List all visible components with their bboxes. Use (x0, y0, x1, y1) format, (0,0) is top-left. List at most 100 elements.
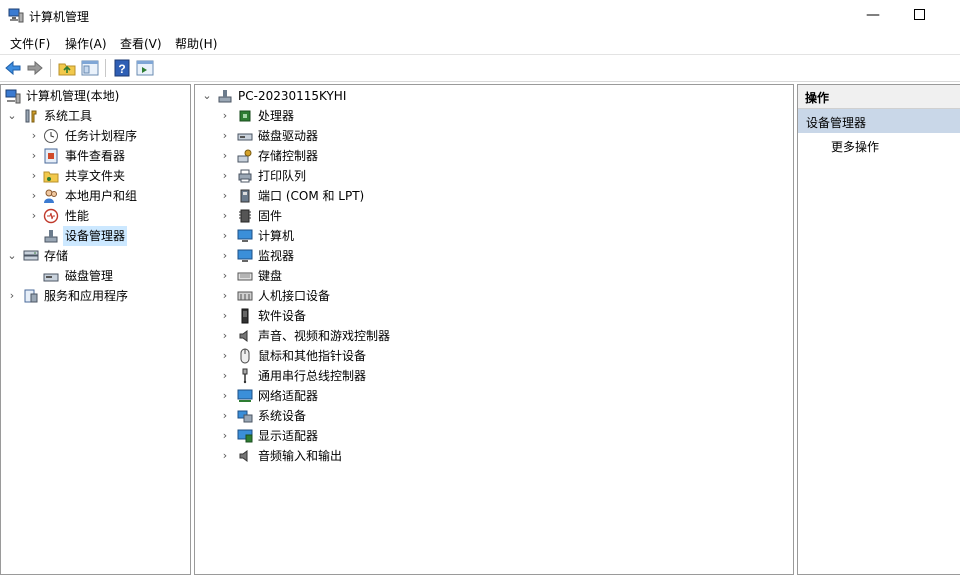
chevron-right-icon[interactable]: › (219, 306, 231, 326)
maximize-button[interactable] (896, 0, 942, 32)
device-category[interactable]: › 键盘 (195, 266, 793, 286)
show-hide-action-pane-icon[interactable] (135, 58, 155, 78)
device-category[interactable]: › 磁盘驱动器 (195, 126, 793, 146)
chevron-right-icon[interactable]: › (219, 266, 231, 286)
menu-view[interactable]: 查看(V) (120, 35, 162, 52)
users-icon (44, 189, 57, 203)
tree-item-disk-management[interactable]: 磁盘管理 (1, 266, 190, 286)
chevron-right-icon[interactable]: › (219, 366, 231, 386)
chevron-right-icon[interactable]: › (219, 386, 231, 406)
chevron-right-icon[interactable]: › (219, 106, 231, 126)
menu-action[interactable]: 操作(A) (65, 35, 107, 52)
back-arrow-icon[interactable] (3, 58, 23, 78)
chevron-right-icon[interactable]: › (28, 126, 40, 146)
usb-icon (242, 368, 248, 384)
navigation-tree-pane: 计算机管理(本地) ⌄ 系统工具 › 任务计划程序 › 事件查看器 › 共享文件… (0, 84, 191, 575)
device-category[interactable]: › 鼠标和其他指针设备 (195, 346, 793, 366)
device-category[interactable]: › 显示适配器 (195, 426, 793, 446)
chevron-right-icon[interactable]: › (219, 346, 231, 366)
tree-item-device-manager[interactable]: 设备管理器 (1, 226, 190, 246)
disk-drive-icon (237, 133, 253, 141)
chevron-right-icon[interactable]: › (219, 446, 231, 466)
tree-item-shared-folders[interactable]: › 共享文件夹 (1, 166, 190, 186)
chevron-right-icon[interactable]: › (219, 326, 231, 346)
chevron-down-icon[interactable]: ⌄ (6, 246, 18, 266)
speaker-icon (239, 330, 248, 342)
tree-item-local-users-groups[interactable]: › 本地用户和组 (1, 186, 190, 206)
device-category-label: 人机接口设备 (258, 289, 331, 303)
window-title: 计算机管理 (29, 10, 90, 24)
more-actions-link[interactable]: 更多操作 (831, 138, 879, 155)
device-tree-pane: ⌄ PC-20230115KYHI › 处理器 › 磁盘驱动器 › 存储控制器 › 打印队列 ›… (194, 84, 794, 575)
toolbar: ? (0, 55, 960, 82)
chevron-right-icon[interactable]: › (219, 226, 231, 246)
device-category[interactable]: › 固件 (195, 206, 793, 226)
chevron-right-icon[interactable]: › (219, 146, 231, 166)
device-category[interactable]: › 音频输入和输出 (195, 446, 793, 466)
up-folder-icon[interactable] (57, 58, 77, 78)
device-category-label: 处理器 (258, 109, 295, 123)
device-category[interactable]: › 计算机 (195, 226, 793, 246)
device-category-label: 端口 (COM 和 LPT) (258, 189, 365, 203)
device-category[interactable]: › 监视器 (195, 246, 793, 266)
tree-item-performance[interactable]: › 性能 (1, 206, 190, 226)
chevron-right-icon[interactable]: › (6, 286, 18, 306)
device-category[interactable]: › 人机接口设备 (195, 286, 793, 306)
chevron-right-icon[interactable]: › (219, 406, 231, 426)
device-category[interactable]: › 声音、视频和游戏控制器 (195, 326, 793, 346)
chevron-right-icon[interactable]: › (219, 186, 231, 206)
disk-management-icon (43, 273, 59, 282)
tree-item-task-scheduler[interactable]: › 任务计划程序 (1, 126, 190, 146)
device-category-label: 存储控制器 (258, 149, 319, 163)
tree-item-system-tools[interactable]: ⌄ 系统工具 (1, 106, 190, 126)
chevron-right-icon[interactable]: › (28, 186, 40, 206)
computer-root-icon (218, 90, 232, 103)
chevron-down-icon[interactable]: ⌄ (6, 106, 18, 126)
chevron-right-icon[interactable]: › (219, 206, 231, 226)
chevron-right-icon[interactable]: › (28, 206, 40, 226)
services-icon (24, 289, 38, 303)
actions-section-label: 设备管理器 (806, 116, 867, 130)
actions-section-device-manager[interactable]: 设备管理器 (798, 109, 960, 133)
system-device-icon (237, 410, 253, 423)
menu-file[interactable]: 文件(F) (10, 35, 50, 52)
device-category[interactable]: › 通用串行总线控制器 (195, 366, 793, 386)
tree-item-computer-management-local[interactable]: 计算机管理(本地) (1, 86, 190, 106)
tree-item-computer-root[interactable]: ⌄ PC-20230115KYHI (195, 86, 793, 106)
device-category-label: 键盘 (258, 269, 283, 283)
device-category[interactable]: › 存储控制器 (195, 146, 793, 166)
minimize-button[interactable]: — (850, 0, 896, 32)
toolbar-separator (50, 59, 51, 77)
menu-help[interactable]: 帮助(H) (175, 35, 217, 52)
actions-header: 操作 (798, 85, 960, 109)
tree-item-services-applications[interactable]: › 服务和应用程序 (1, 286, 190, 306)
title-bar: 计算机管理 — (0, 0, 960, 32)
chevron-right-icon[interactable]: › (219, 426, 231, 446)
show-hide-tree-icon[interactable] (80, 58, 100, 78)
device-category[interactable]: › 网络适配器 (195, 386, 793, 406)
chevron-right-icon[interactable]: › (28, 166, 40, 186)
chevron-right-icon[interactable]: › (219, 246, 231, 266)
chevron-right-icon[interactable]: › (219, 286, 231, 306)
chevron-right-icon[interactable]: › (219, 126, 231, 146)
device-category-label: 软件设备 (258, 309, 307, 323)
event-viewer-icon (44, 148, 58, 164)
chevron-right-icon[interactable]: › (28, 146, 40, 166)
device-category[interactable]: › 处理器 (195, 106, 793, 126)
device-category[interactable]: › 系统设备 (195, 406, 793, 426)
tree-item-storage[interactable]: ⌄ 存储 (1, 246, 190, 266)
device-category[interactable]: › 端口 (COM 和 LPT) (195, 186, 793, 206)
forward-arrow-icon[interactable] (25, 58, 45, 78)
performance-icon (43, 208, 59, 224)
computer-management-icon (5, 89, 21, 104)
device-category[interactable]: › 打印队列 (195, 166, 793, 186)
tree-label: 存储 (44, 249, 69, 263)
help-icon[interactable]: ? (112, 58, 132, 78)
tree-item-event-viewer[interactable]: › 事件查看器 (1, 146, 190, 166)
device-category-label: 通用串行总线控制器 (258, 369, 367, 383)
chevron-right-icon[interactable]: › (219, 166, 231, 186)
chevron-down-icon[interactable]: ⌄ (201, 86, 213, 106)
keyboard-icon (237, 272, 253, 281)
device-category[interactable]: › 软件设备 (195, 306, 793, 326)
storage-icon (23, 250, 39, 261)
